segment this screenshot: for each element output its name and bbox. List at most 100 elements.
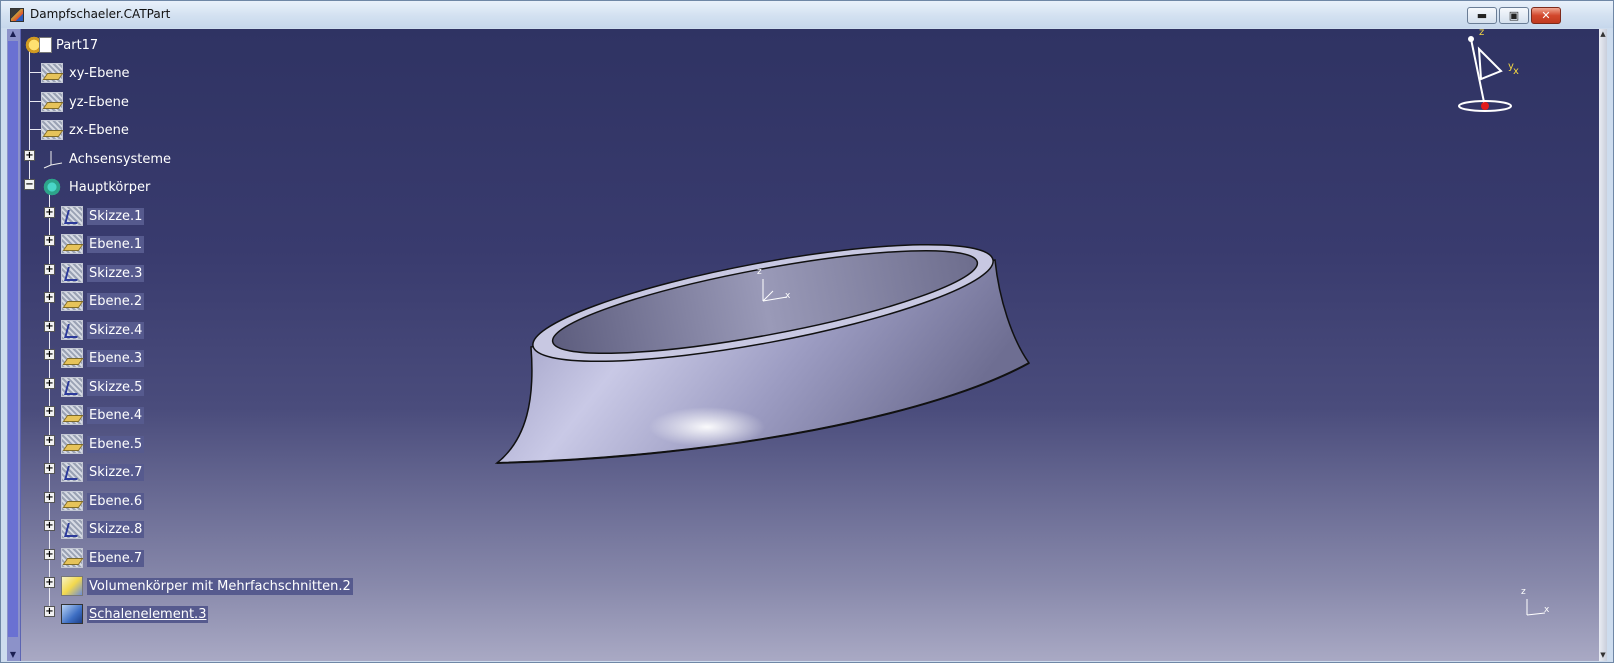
expand-icon[interactable]: + — [44, 435, 55, 446]
expand-icon[interactable]: + — [44, 349, 55, 360]
sketch-icon — [61, 519, 83, 539]
compass-z-label: z — [1479, 29, 1485, 38]
shell-icon — [61, 604, 83, 624]
catia-app-icon — [10, 8, 24, 22]
tree-node-main-body[interactable]: Hauptkörper — [41, 177, 152, 197]
compass-x-label: x — [1513, 66, 1519, 77]
expand-icon[interactable]: + — [44, 606, 55, 617]
maximize-button[interactable]: ▣ — [1499, 7, 1529, 24]
minimize-button[interactable]: ▬ — [1467, 7, 1497, 24]
close-button[interactable]: ✕ — [1531, 7, 1561, 24]
specification-tree: Part17 xy-Ebene yz-Ebene zx-Ebene + Achs… — [7, 29, 527, 661]
tree-node-label[interactable]: Achsensysteme — [67, 151, 173, 168]
tree-node-sketch-5[interactable]: Skizze.5 — [61, 377, 145, 397]
plane-icon — [61, 234, 83, 254]
sketch-icon — [61, 206, 83, 226]
corner-axis-x-label: x — [1544, 605, 1550, 615]
expand-icon[interactable]: + — [24, 150, 35, 161]
tree-node-label[interactable]: Hauptkörper — [67, 179, 152, 196]
model-axis-z-label: z — [757, 267, 762, 277]
tree-node-sketch-1[interactable]: Skizze.1 — [61, 206, 145, 226]
document-icon — [39, 37, 52, 53]
tree-node-plane-3[interactable]: Ebene.3 — [61, 348, 145, 368]
plane-icon — [61, 434, 83, 454]
corner-axis-indicator: z x — [1519, 587, 1553, 621]
tree-node-plane-7[interactable]: Ebene.7 — [61, 548, 145, 568]
tree-node-label[interactable]: Ebene.1 — [87, 235, 145, 253]
expand-icon[interactable]: + — [44, 264, 55, 275]
expand-icon[interactable]: + — [44, 321, 55, 332]
plane-icon — [61, 491, 83, 511]
plane-icon — [61, 548, 83, 568]
tree-node-label[interactable]: Ebene.6 — [87, 492, 145, 510]
tree-node-label[interactable]: xy-Ebene — [67, 65, 132, 82]
tree-node-label[interactable]: Skizze.7 — [87, 463, 145, 481]
tree-node-sketch-8[interactable]: Skizze.8 — [61, 519, 145, 539]
expand-icon[interactable]: + — [44, 549, 55, 560]
tree-node-plane-4[interactable]: Ebene.4 — [61, 405, 145, 425]
plane-icon — [41, 120, 63, 140]
expand-icon[interactable]: + — [44, 378, 55, 389]
compass-widget[interactable]: z y x — [1455, 29, 1531, 117]
tree-node-root[interactable]: Part17 — [23, 35, 100, 55]
tree-node-yz-plane[interactable]: yz-Ebene — [41, 92, 131, 112]
tree-node-label[interactable]: Skizze.8 — [87, 520, 145, 538]
tree-node-shell[interactable]: Schalenelement.3 — [61, 604, 209, 624]
tree-node-xy-plane[interactable]: xy-Ebene — [41, 63, 132, 83]
sketch-icon — [61, 462, 83, 482]
sketch-icon — [61, 320, 83, 340]
model-highlight — [649, 407, 765, 447]
plane-icon — [61, 405, 83, 425]
tree-node-label[interactable]: Ebene.4 — [87, 406, 145, 424]
expand-icon[interactable]: + — [44, 207, 55, 218]
tree-node-label[interactable]: Part17 — [54, 37, 100, 54]
tree-node-zx-plane[interactable]: zx-Ebene — [41, 120, 131, 140]
tree-node-label[interactable]: Schalenelement.3 — [87, 605, 209, 623]
plane-icon — [61, 291, 83, 311]
tree-node-label[interactable]: Skizze.5 — [87, 378, 145, 396]
multi-section-solid-icon — [61, 576, 83, 596]
expand-icon[interactable]: + — [44, 406, 55, 417]
tree-node-label[interactable]: Ebene.3 — [87, 349, 145, 367]
expand-icon[interactable]: + — [44, 292, 55, 303]
tree-node-plane-1[interactable]: Ebene.1 — [61, 234, 145, 254]
model-axis-x-label: x — [785, 291, 791, 301]
tree-node-label[interactable]: Ebene.2 — [87, 292, 145, 310]
corner-axis-z-label: z — [1521, 587, 1526, 597]
plane-icon — [61, 348, 83, 368]
catia-window: Dampfschaeler.CATPart ▬ ▣ ✕ ▲ ▼ ▲ ▼ z x … — [0, 0, 1614, 663]
collapse-icon[interactable]: − — [24, 179, 35, 190]
tree-node-label[interactable]: yz-Ebene — [67, 94, 131, 111]
tree-node-plane-6[interactable]: Ebene.6 — [61, 491, 145, 511]
tree-node-label[interactable]: Volumenkörper mit Mehrfachschnitten.2 — [87, 577, 353, 595]
tree-node-plane-2[interactable]: Ebene.2 — [61, 291, 145, 311]
tree-node-plane-5[interactable]: Ebene.5 — [61, 434, 145, 454]
tree-node-sketch-4[interactable]: Skizze.4 — [61, 320, 145, 340]
plane-icon — [41, 63, 63, 83]
expand-icon[interactable]: + — [44, 492, 55, 503]
expand-icon[interactable]: + — [44, 577, 55, 588]
tree-node-label[interactable]: Skizze.4 — [87, 321, 145, 339]
title-bar[interactable]: Dampfschaeler.CATPart ▬ ▣ ✕ — [1, 1, 1613, 28]
tree-node-label[interactable]: Skizze.1 — [87, 207, 145, 225]
expand-icon[interactable]: + — [44, 235, 55, 246]
tree-node-label[interactable]: Ebene.5 — [87, 435, 145, 453]
window-title: Dampfschaeler.CATPart — [30, 7, 171, 21]
expand-icon[interactable]: + — [44, 463, 55, 474]
expand-icon[interactable]: + — [44, 520, 55, 531]
body-icon — [41, 177, 63, 197]
sketch-icon — [61, 263, 83, 283]
tree-node-label[interactable]: Skizze.3 — [87, 264, 145, 282]
3d-viewport[interactable]: ▲ ▼ ▲ ▼ z x z y x z x Part17 xy-Ebene yz… — [7, 29, 1607, 661]
tree-node-sketch-7[interactable]: Skizze.7 — [61, 462, 145, 482]
tree-node-axis-systems[interactable]: Achsensysteme — [41, 149, 173, 169]
compass-icon[interactable] — [1455, 31, 1531, 117]
axis-system-icon — [41, 149, 63, 169]
plane-icon — [41, 92, 63, 112]
tree-node-sketch-3[interactable]: Skizze.3 — [61, 263, 145, 283]
model-axis-indicator: z x — [755, 267, 795, 309]
tree-node-label[interactable]: Ebene.7 — [87, 549, 145, 567]
tree-node-multi-section-solid[interactable]: Volumenkörper mit Mehrfachschnitten.2 — [61, 576, 353, 596]
tree-node-label[interactable]: zx-Ebene — [67, 122, 131, 139]
sketch-icon — [61, 377, 83, 397]
